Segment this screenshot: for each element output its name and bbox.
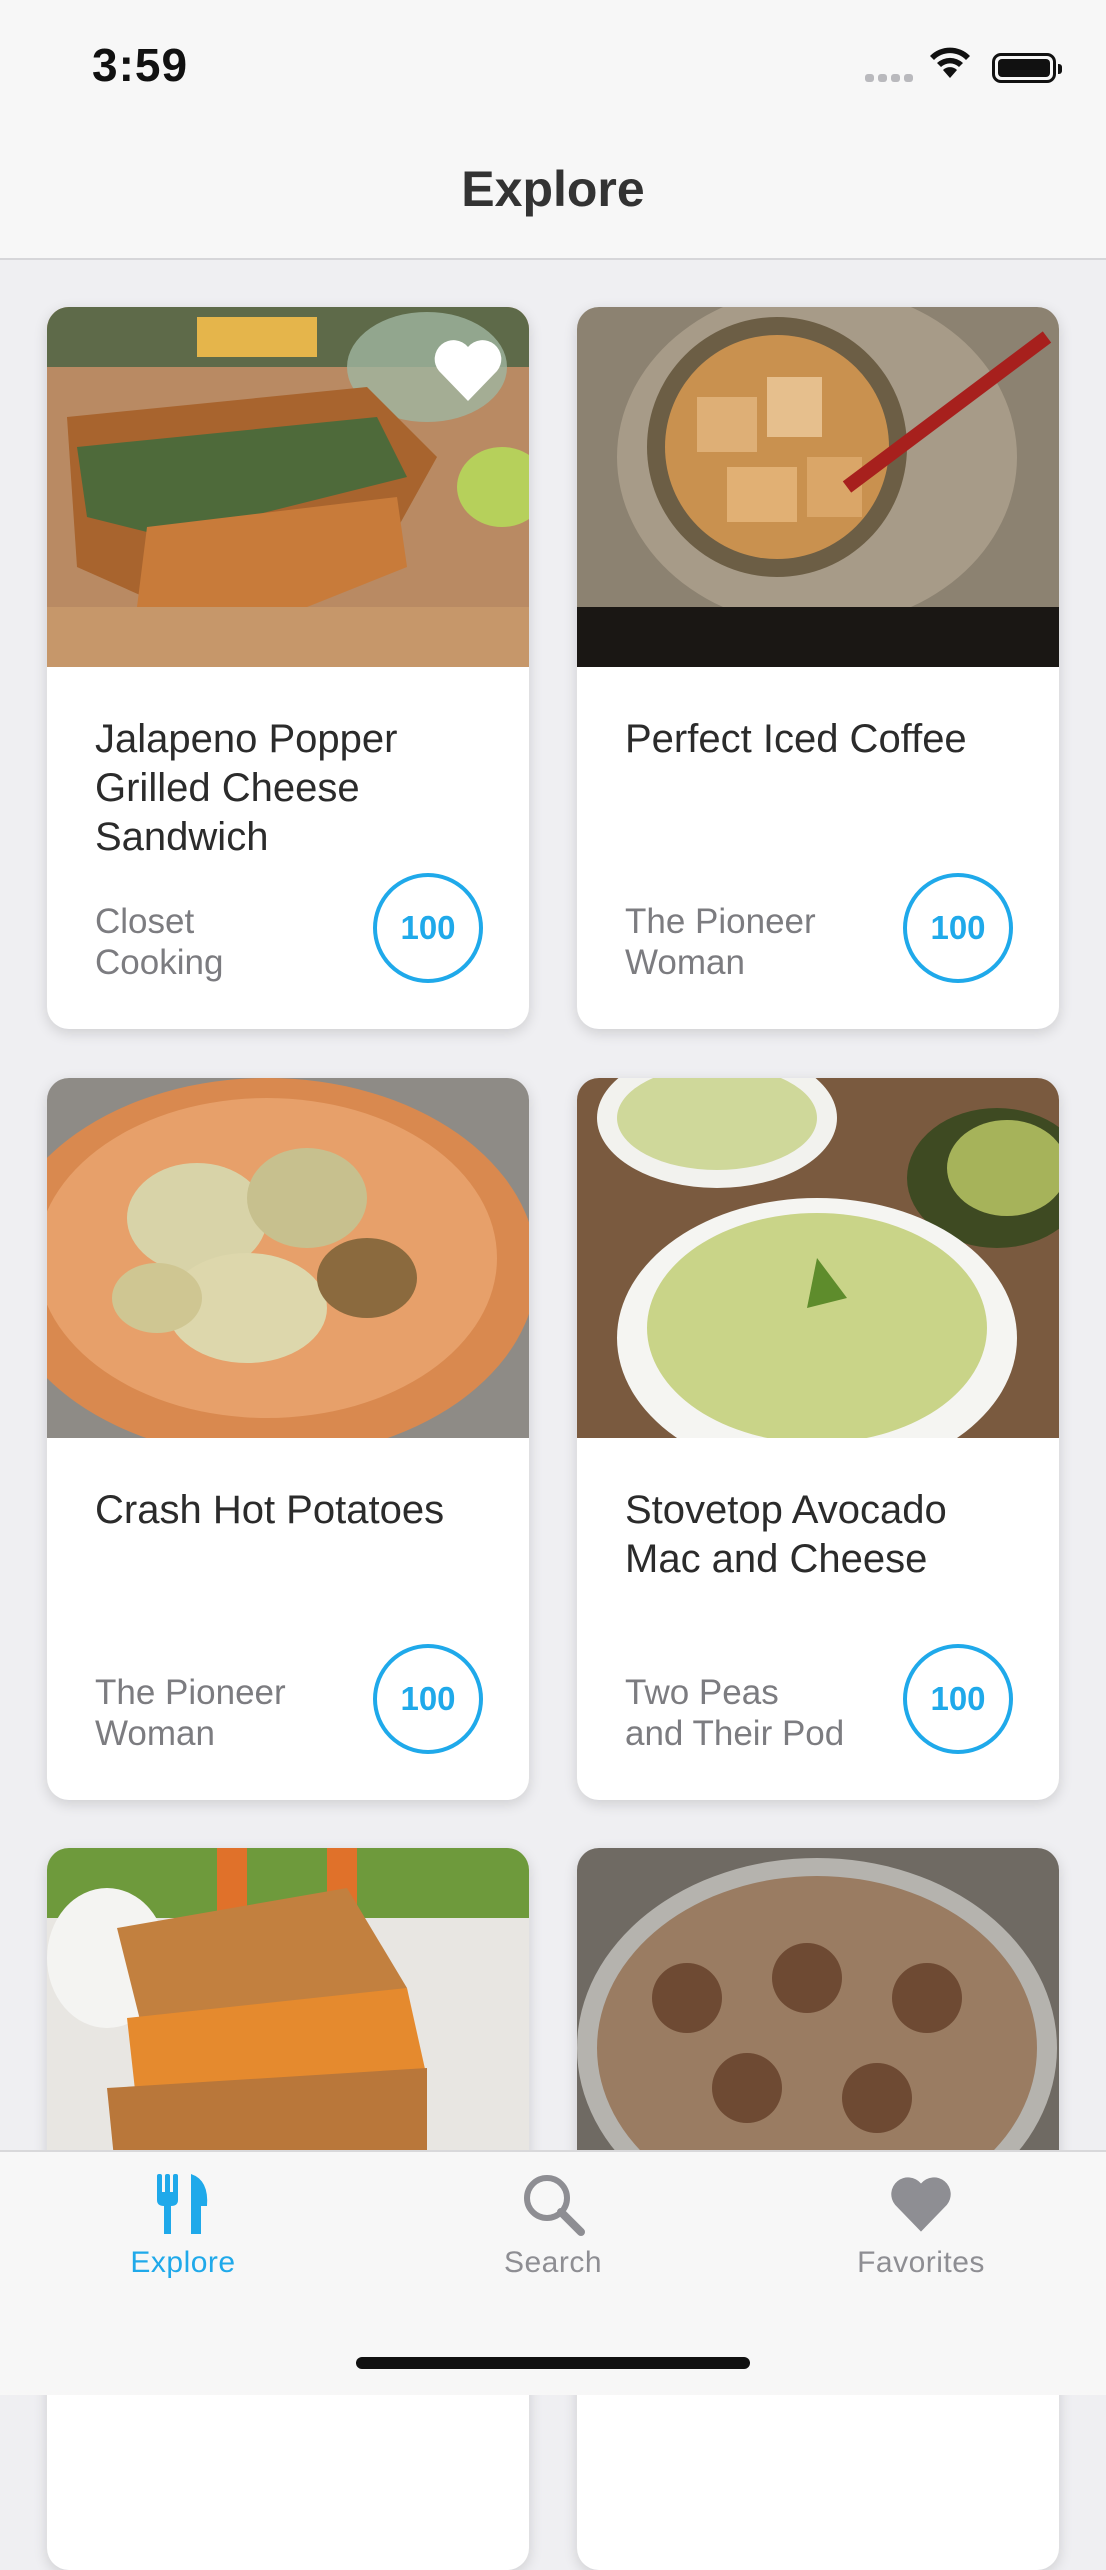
favorite-heart-icon[interactable]	[431, 337, 505, 403]
recipe-source: Two Peas and Their Pod	[625, 1673, 845, 1753]
heart-icon	[891, 2177, 951, 2232]
recipe-title: Stovetop Avocado Mac and Cheese	[625, 1488, 947, 1581]
recipe-image	[577, 307, 1059, 667]
tab-favorites[interactable]: Favorites	[801, 2172, 1041, 2312]
score-badge: 100	[373, 1644, 483, 1754]
score-badge: 100	[373, 873, 483, 983]
recipe-card[interactable]: Jalapeno Popper Grilled Cheese Sandwich …	[47, 307, 529, 1029]
recipe-source: The Pioneer Woman	[625, 902, 816, 982]
home-indicator	[356, 2357, 750, 2369]
recipe-card[interactable]: Stovetop Avocado Mac and Cheese Two Peas…	[577, 1078, 1059, 1800]
tab-label: Explore	[130, 2246, 236, 2279]
recipe-card[interactable]: Crash Hot Potatoes The Pioneer Woman 100	[47, 1078, 529, 1800]
magnifier-icon	[524, 2175, 585, 2236]
score-badge: 100	[903, 873, 1013, 983]
recipe-image	[577, 1078, 1059, 1438]
score-badge: 100	[903, 1644, 1013, 1754]
fork-knife-icon	[157, 2174, 208, 2234]
recipe-source: The Pioneer Woman	[95, 1673, 286, 1753]
recipe-title: Perfect Iced Coffee	[625, 717, 967, 761]
wifi-icon	[930, 47, 970, 78]
recipe-card[interactable]: Perfect Iced Coffee The Pioneer Woman 10…	[577, 307, 1059, 1029]
tab-label: Search	[503, 2246, 603, 2279]
battery-icon	[992, 53, 1062, 83]
page-title: Explore	[461, 161, 645, 217]
recipe-title: Jalapeno Popper Grilled Cheese Sandwich	[95, 717, 398, 859]
navigation-bar: Explore	[0, 130, 1106, 260]
tab-search[interactable]: Search	[433, 2172, 673, 2312]
recipe-source: Closet Cooking	[95, 902, 224, 982]
tab-label: Favorites	[857, 2246, 985, 2279]
recipe-image	[47, 1078, 529, 1438]
cellular-signal-icon	[865, 74, 917, 82]
status-bar: 3:59	[0, 0, 1106, 130]
status-time: 3:59	[92, 39, 189, 91]
tab-explore[interactable]: Explore	[63, 2172, 303, 2312]
recipe-title: Crash Hot Potatoes	[95, 1488, 445, 1532]
